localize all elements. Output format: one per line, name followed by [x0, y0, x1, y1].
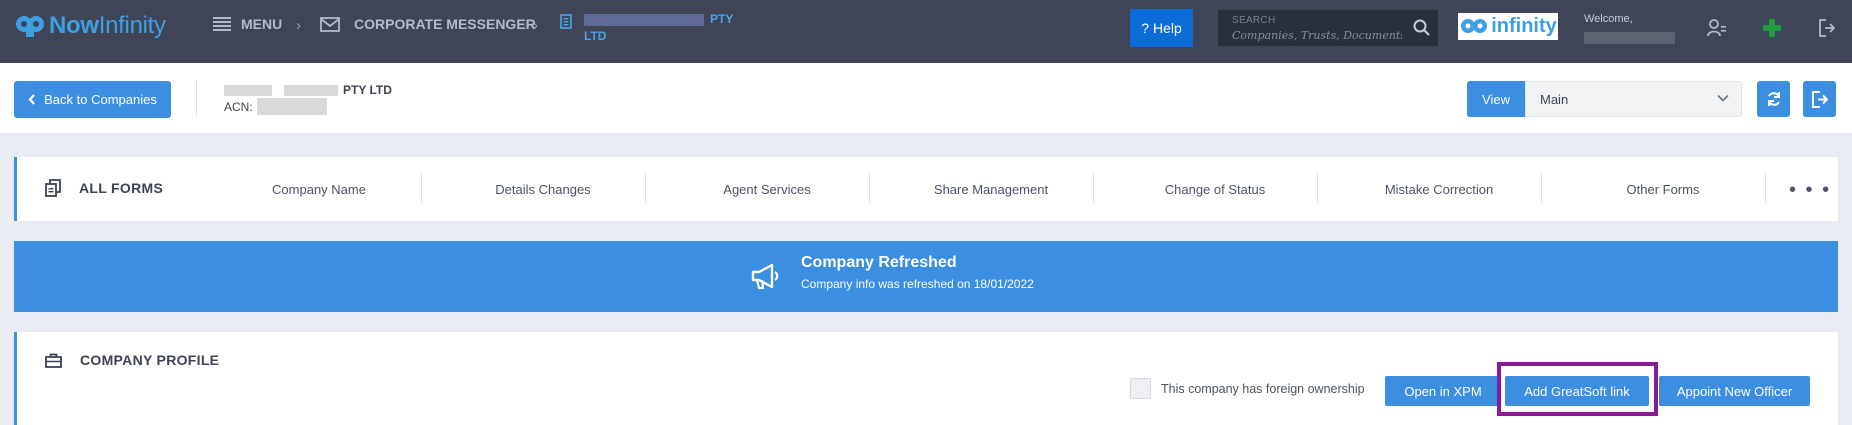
corporate-messenger-link[interactable]: CORPORATE MESSENGER — [320, 16, 536, 32]
all-forms-header[interactable]: ALL FORMS — [45, 179, 163, 197]
menu-label: MENU — [241, 16, 283, 32]
appoint-new-officer-button[interactable]: Appoint New Officer — [1659, 376, 1810, 406]
brand-logo-icon — [1461, 18, 1488, 33]
redacted-acn — [256, 98, 327, 115]
search-input[interactable] — [1232, 27, 1402, 43]
back-to-companies-label: Back to Companies — [44, 92, 157, 107]
hamburger-icon — [213, 17, 231, 31]
tab-company-name[interactable]: Company Name — [207, 157, 431, 221]
export-button[interactable] — [1803, 81, 1836, 117]
view-select-value: Main — [1540, 91, 1569, 107]
company-acn: ACN: — [224, 98, 327, 115]
welcome-label: Welcome, — [1584, 13, 1633, 25]
forms-nav: ALL FORMS Company Name Details Changes A… — [14, 157, 1838, 221]
banner-message: Company info was refreshed on 18/01/2022 — [801, 277, 1034, 291]
tab-divider — [421, 173, 422, 205]
top-navbar: NowInfinity MENU › CORPORATE MESSENGER ›… — [0, 0, 1852, 63]
company-profile-section: COMPANY PROFILE This company has foreign… — [14, 332, 1838, 425]
redacted-text — [224, 84, 272, 96]
more-forms-button[interactable]: • • • — [1789, 179, 1831, 202]
tab-divider — [869, 173, 870, 205]
redacted-text — [284, 84, 338, 96]
redacted-username — [1584, 32, 1675, 44]
company-profile-header: COMPANY PROFILE — [45, 352, 219, 368]
document-icon — [560, 14, 572, 29]
foreign-ownership-row: This company has foreign ownership — [1130, 378, 1365, 399]
breadcrumb-chevron-icon: › — [296, 17, 301, 34]
tab-divider — [1093, 173, 1094, 205]
foreign-ownership-label: This company has foreign ownership — [1161, 381, 1365, 396]
all-forms-label: ALL FORMS — [79, 180, 164, 196]
breadcrumb-chevron-icon: › — [533, 17, 538, 34]
logout-icon[interactable] — [1818, 19, 1836, 37]
search-icon[interactable] — [1413, 19, 1430, 36]
open-in-xpm-button[interactable]: Open in XPM — [1385, 376, 1501, 406]
tab-divider — [1541, 173, 1542, 205]
tab-other-forms[interactable]: Other Forms — [1551, 157, 1775, 221]
nowinfinity-logo[interactable]: NowInfinity — [15, 12, 166, 40]
tab-divider — [1765, 173, 1766, 205]
chevron-down-icon — [1717, 94, 1729, 102]
refresh-icon — [1767, 92, 1780, 106]
envelope-icon — [320, 16, 340, 32]
search-label: SEARCH — [1232, 15, 1276, 26]
view-button[interactable]: View — [1467, 81, 1525, 117]
tab-details-changes[interactable]: Details Changes — [431, 157, 655, 221]
global-search[interactable]: SEARCH — [1218, 10, 1438, 46]
logo-icon — [16, 16, 44, 37]
forms-copy-icon — [45, 179, 61, 197]
tab-change-of-status[interactable]: Change of Status — [1103, 157, 1327, 221]
help-button[interactable]: ? Help — [1130, 9, 1193, 47]
menu-button[interactable]: MENU — [213, 16, 282, 32]
status-plus-icon[interactable] — [1763, 19, 1781, 37]
company-title: PTY LTD — [224, 83, 392, 97]
back-to-companies-button[interactable]: Back to Companies — [14, 81, 171, 118]
logo-text: NowInfinity — [49, 12, 166, 39]
breadcrumb-company-name: PTY LTD — [584, 12, 734, 43]
banner-title: Company Refreshed — [801, 254, 957, 271]
export-icon — [1812, 90, 1828, 108]
highlight-annotation-box — [1497, 362, 1658, 416]
user-settings-icon[interactable] — [1707, 18, 1727, 38]
breadcrumb-company[interactable]: PTY LTD — [560, 11, 759, 45]
corporate-messenger-label: CORPORATE MESSENGER — [354, 16, 536, 32]
redacted-text — [584, 13, 704, 26]
tab-divider — [1317, 173, 1318, 205]
briefcase-icon — [45, 353, 62, 368]
header-divider — [196, 81, 197, 117]
megaphone-icon — [751, 263, 779, 290]
notification-banner: Company Refreshed Company info was refre… — [14, 241, 1838, 312]
foreign-ownership-checkbox[interactable] — [1130, 378, 1151, 399]
tab-agent-services[interactable]: Agent Services — [655, 157, 879, 221]
refresh-button[interactable] — [1757, 81, 1790, 117]
tab-mistake-correction[interactable]: Mistake Correction — [1327, 157, 1551, 221]
company-profile-title: COMPANY PROFILE — [80, 352, 220, 368]
company-header: Back to Companies PTY LTD ACN: View Main — [0, 63, 1852, 133]
tab-divider — [645, 173, 646, 205]
infinity-brand-badge: infinity — [1458, 13, 1558, 40]
tab-share-management[interactable]: Share Management — [879, 157, 1103, 221]
brand-badge-text: infinity — [1491, 15, 1557, 37]
view-select[interactable]: Main — [1525, 81, 1742, 117]
chevron-left-icon — [28, 94, 35, 105]
